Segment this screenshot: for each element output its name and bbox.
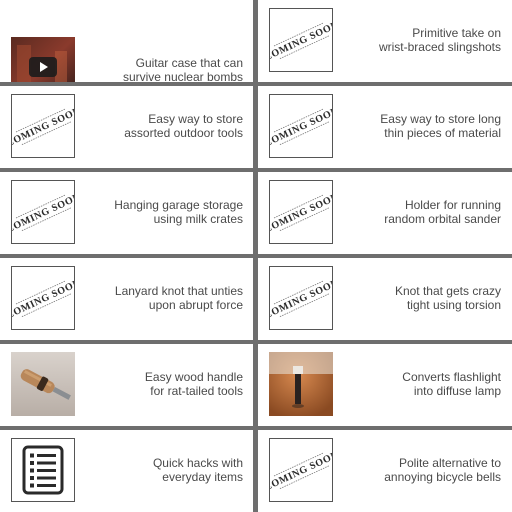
project-tile[interactable]: Quick hacks with everyday items [0,430,253,512]
svg-text:COMING SOON: COMING SOON [270,19,332,63]
project-caption: Holder for running random orbital sander [341,198,501,226]
project-tile[interactable]: Easy wood handle for rat-tailed tools [0,344,253,426]
caption-line: assorted outdoor tools [124,126,243,140]
project-tile[interactable]: COMING SOON Easy way to store assorted out… [0,86,253,168]
project-tile[interactable]: Converts flashlight into diffuse lamp [258,344,511,426]
caption-line: for rat-tailed tools [150,384,243,398]
caption-line: using milk crates [153,212,243,226]
caption-line: Guitar case that can [135,56,243,70]
project-tile[interactable]: Guitar case that can survive nuclear bomb… [0,0,253,82]
project-tile[interactable]: COMING SOON Holder for running random orbi… [258,172,511,254]
caption-line: Easy way to store [148,112,243,126]
caption-line: everyday items [162,470,243,484]
caption-line: wrist-braced slingshots [378,40,501,54]
project-tile[interactable]: COMING SOON Knot that gets crazy tight usi… [258,258,511,340]
project-caption: Polite alternative to annoying bicycle be… [341,456,501,484]
project-caption: Converts flashlight into diffuse lamp [341,370,501,398]
project-caption: Guitar case that can survive nuclear bomb… [83,56,243,82]
project-tile[interactable]: COMING SOON Lanyard knot that unties upon … [0,258,253,340]
photo-thumbnail [269,352,333,416]
project-caption: Quick hacks with everyday items [83,456,243,484]
caption-line: Holder for running [404,198,501,212]
svg-text:COMING SOON: COMING SOON [270,105,332,149]
coming-soon-thumbnail: COMING SOON [269,180,333,244]
caption-line: survive nuclear bombs [122,70,243,82]
coming-soon-thumbnail: COMING SOON [11,94,75,158]
caption-line: Easy wood handle [144,370,243,384]
project-tile[interactable]: COMING SOON Polite alternative to annoying… [258,430,511,512]
project-tile[interactable]: COMING SOON Primitive take on wrist-braced… [258,0,511,82]
coming-soon-thumbnail: COMING SOON [269,8,333,72]
caption-line: Lanyard knot that unties [114,284,243,298]
caption-line: Easy way to store long [380,112,501,126]
project-caption: Knot that gets crazy tight using torsion [341,284,501,312]
caption-line: Primitive take on [412,26,501,40]
caption-line: upon abrupt force [148,298,243,312]
coming-soon-thumbnail: COMING SOON [11,180,75,244]
coming-soon-thumbnail: COMING SOON [269,94,333,158]
caption-line: Polite alternative to [398,456,501,470]
project-caption: Hanging garage storage using milk crates [83,198,243,226]
project-tile[interactable]: COMING SOON Easy way to store long thin pi… [258,86,511,168]
project-caption: Easy wood handle for rat-tailed tools [83,370,243,398]
caption-line: annoying bicycle bells [384,470,501,484]
caption-line: thin pieces of material [384,126,501,140]
photo-thumbnail [11,352,75,416]
project-caption: Easy way to store long thin pieces of mat… [341,112,501,140]
list-thumbnail [11,438,75,502]
caption-line: Quick hacks with [152,456,243,470]
caption-line: Converts flashlight [402,370,501,384]
project-grid: Guitar case that can survive nuclear bomb… [0,0,512,512]
play-icon[interactable] [29,57,57,77]
list-icon [22,445,64,495]
caption-line: Knot that gets crazy [394,284,501,298]
svg-text:COMING SOON: COMING SOON [12,277,74,321]
project-caption: Primitive take on wrist-braced slingshots [341,26,501,54]
caption-line: into diffuse lamp [413,384,501,398]
svg-text:COMING SOON: COMING SOON [270,449,332,493]
caption-line: tight using torsion [406,298,501,312]
project-caption: Lanyard knot that unties upon abrupt forc… [83,284,243,312]
coming-soon-thumbnail: COMING SOON [269,438,333,502]
video-thumbnail[interactable] [11,37,75,82]
coming-soon-thumbnail: COMING SOON [11,266,75,330]
project-tile[interactable]: COMING SOON Hanging garage storage using m… [0,172,253,254]
project-caption: Easy way to store assorted outdoor tools [83,112,243,140]
caption-line: Hanging garage storage [114,198,243,212]
caption-line: random orbital sander [384,212,501,226]
svg-text:COMING SOON: COMING SOON [270,191,332,235]
svg-text:COMING SOON: COMING SOON [12,105,74,149]
coming-soon-thumbnail: COMING SOON [269,266,333,330]
svg-text:COMING SOON: COMING SOON [270,277,332,321]
svg-text:COMING SOON: COMING SOON [12,191,74,235]
